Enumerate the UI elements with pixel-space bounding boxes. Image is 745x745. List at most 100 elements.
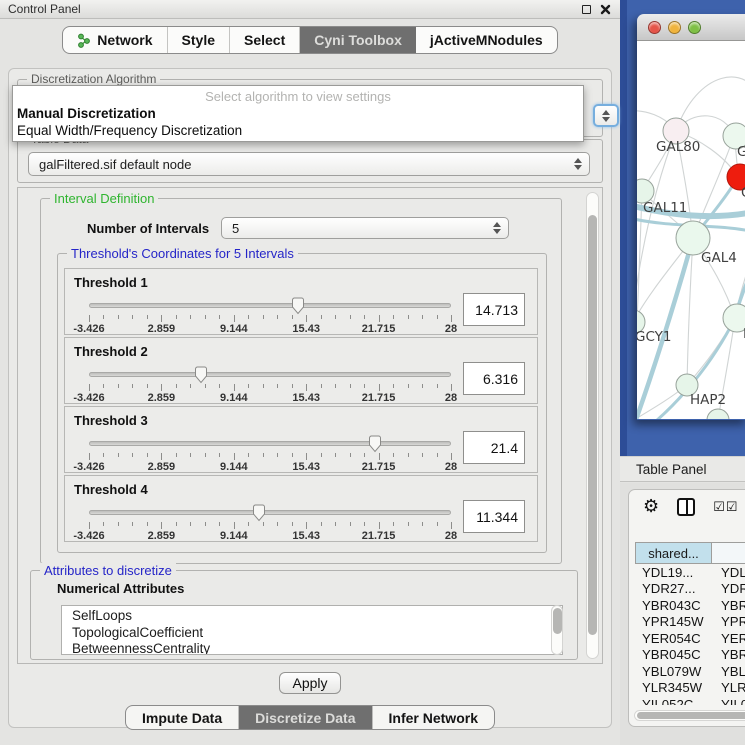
table-row[interactable]: YDL19...YDL1 bbox=[635, 564, 745, 581]
slider-handle[interactable] bbox=[252, 504, 266, 522]
threshold-slider[interactable]: -3.4262.8599.14415.4321.71528 bbox=[89, 504, 451, 540]
tick-mark bbox=[350, 453, 351, 457]
tick-mark bbox=[393, 384, 394, 388]
bottom-tab-discretize-data[interactable]: Discretize Data bbox=[239, 706, 372, 729]
tick-mark bbox=[89, 315, 90, 322]
attribute-item[interactable]: TopologicalCoefficient bbox=[72, 625, 562, 642]
tick-mark bbox=[190, 522, 191, 526]
tab-style[interactable]: Style bbox=[168, 27, 230, 53]
column-checkboxes-icon[interactable]: ☑☑ bbox=[713, 500, 738, 515]
close-window-icon[interactable] bbox=[599, 3, 612, 16]
minimize-traffic-light[interactable] bbox=[668, 21, 681, 34]
dropdown-option-manual[interactable]: Manual Discretization bbox=[13, 105, 583, 122]
bottom-tab-infer-network[interactable]: Infer Network bbox=[373, 706, 494, 729]
tick-mark bbox=[234, 384, 235, 391]
threshold-label: Threshold 1 bbox=[74, 275, 148, 290]
attribute-item[interactable]: BetweennessCentrality bbox=[72, 641, 562, 655]
threshold-value-field[interactable]: 6.316 bbox=[463, 362, 525, 395]
table-row[interactable]: YIL052CYIL0 bbox=[635, 696, 745, 705]
slider-track[interactable] bbox=[89, 303, 451, 308]
thresholds-container: Threshold 1 -3.4262.8599.14415.4321.7152… bbox=[58, 266, 538, 544]
number-of-intervals-combo[interactable]: 5 bbox=[221, 217, 509, 239]
column-header-shared-name[interactable]: shared... bbox=[635, 542, 712, 564]
zoom-traffic-light[interactable] bbox=[688, 21, 701, 34]
split-columns-icon[interactable] bbox=[677, 498, 695, 516]
table-panel-titlebar: Table Panel bbox=[620, 456, 745, 482]
bottom-tab-impute-data[interactable]: Impute Data bbox=[126, 706, 239, 729]
tick-mark bbox=[219, 522, 220, 526]
table-cell: YPR145W bbox=[635, 614, 712, 631]
network-tab-icon bbox=[77, 33, 91, 48]
table-row[interactable]: YER054CYER0 bbox=[635, 630, 745, 647]
tick-mark bbox=[451, 384, 452, 391]
table-row[interactable]: YDR27...YDR2 bbox=[635, 581, 745, 598]
tick-mark bbox=[408, 522, 409, 526]
tick-mark bbox=[393, 522, 394, 526]
column-header-name[interactable]: n bbox=[712, 542, 745, 564]
table-row[interactable]: YBL079WYBL0 bbox=[635, 663, 745, 680]
attributes-scrollbar[interactable] bbox=[551, 605, 563, 655]
node-table: shared... n YDL19...YDL1YDR27...YDR2YBR0… bbox=[635, 542, 745, 705]
network-node-partial[interactable] bbox=[707, 409, 729, 419]
table-cell: YBL0 bbox=[712, 663, 745, 680]
slider-handle[interactable] bbox=[194, 366, 208, 384]
table-row[interactable]: YPR145WYPR1 bbox=[635, 614, 745, 631]
tick-mark bbox=[306, 315, 307, 322]
tick-mark bbox=[437, 453, 438, 457]
threshold-value-field[interactable]: 21.4 bbox=[463, 431, 525, 464]
threshold-slider[interactable]: -3.4262.8599.14415.4321.71528 bbox=[89, 297, 451, 333]
numerical-attributes-list[interactable]: SelfLoopsTopologicalCoefficientBetweenne… bbox=[61, 605, 563, 655]
table-horizontal-scrollbar[interactable] bbox=[634, 710, 745, 721]
table-row[interactable]: YLR345WYLR3 bbox=[635, 680, 745, 697]
table-row[interactable]: YBR045CYBR0 bbox=[635, 647, 745, 664]
tick-mark bbox=[118, 384, 119, 388]
tick-mark bbox=[176, 522, 177, 526]
table-data-combo[interactable]: galFiltered.sif default node bbox=[28, 152, 590, 176]
scale-label: 21.715 bbox=[362, 392, 396, 404]
tick-mark bbox=[89, 384, 90, 391]
tick-mark bbox=[132, 522, 133, 526]
threshold-slider[interactable]: -3.4262.8599.14415.4321.71528 bbox=[89, 366, 451, 402]
settings-vertical-scrollbar[interactable] bbox=[586, 192, 599, 659]
tick-mark bbox=[451, 522, 452, 529]
slider-handle[interactable] bbox=[291, 297, 305, 315]
tab-jactivemnodules[interactable]: jActiveMNodules bbox=[416, 27, 557, 53]
attributes-scrollbar-thumb[interactable] bbox=[553, 608, 562, 634]
tab-select[interactable]: Select bbox=[230, 27, 300, 53]
table-settings-gear-icon[interactable]: ⚙ bbox=[643, 498, 659, 516]
table-hscroll-thumb[interactable] bbox=[637, 712, 745, 719]
settings-scrollbar-thumb[interactable] bbox=[588, 215, 597, 635]
tick-mark bbox=[321, 522, 322, 526]
interval-definition-group: Interval Definition Number of Intervals … bbox=[40, 198, 562, 564]
top-tab-row: NetworkStyleSelectCyni ToolboxjActiveMNo… bbox=[0, 19, 620, 61]
slider-track[interactable] bbox=[89, 441, 451, 446]
network-node-label: HAP2 bbox=[690, 392, 726, 408]
tick-mark bbox=[263, 315, 264, 319]
tab-cyni-toolbox[interactable]: Cyni Toolbox bbox=[300, 27, 416, 53]
tick-mark bbox=[408, 453, 409, 457]
tick-mark bbox=[335, 453, 336, 457]
tab-network[interactable]: Network bbox=[63, 27, 167, 53]
slider-handle[interactable] bbox=[368, 435, 382, 453]
dropdown-option-equal-width[interactable]: Equal Width/Frequency Discretization bbox=[13, 122, 583, 139]
slider-track[interactable] bbox=[89, 372, 451, 377]
slider-track[interactable] bbox=[89, 510, 451, 515]
table-cell: YBR043C bbox=[635, 597, 712, 614]
table-row[interactable]: YBR043CYBR0 bbox=[635, 597, 745, 614]
attribute-item[interactable]: SelfLoops bbox=[72, 608, 562, 625]
algorithm-combo-focused[interactable] bbox=[593, 104, 619, 127]
tick-mark bbox=[408, 315, 409, 319]
apply-button[interactable]: Apply bbox=[279, 672, 341, 694]
float-window-icon[interactable] bbox=[580, 3, 593, 16]
network-node-h[interactable] bbox=[723, 304, 745, 332]
network-edge[interactable] bbox=[637, 191, 642, 419]
tick-mark bbox=[306, 453, 307, 460]
tick-mark bbox=[190, 384, 191, 388]
tick-mark bbox=[147, 384, 148, 388]
threshold-value-field[interactable]: 11.344 bbox=[463, 500, 525, 533]
network-canvas[interactable]: GAL80G.CGAL11GAL4GCY1HHAP2 bbox=[637, 41, 745, 419]
threshold-value-field[interactable]: 14.713 bbox=[463, 293, 525, 326]
close-traffic-light[interactable] bbox=[648, 21, 661, 34]
tick-mark bbox=[103, 384, 104, 388]
threshold-slider[interactable]: -3.4262.8599.14415.4321.71528 bbox=[89, 435, 451, 471]
